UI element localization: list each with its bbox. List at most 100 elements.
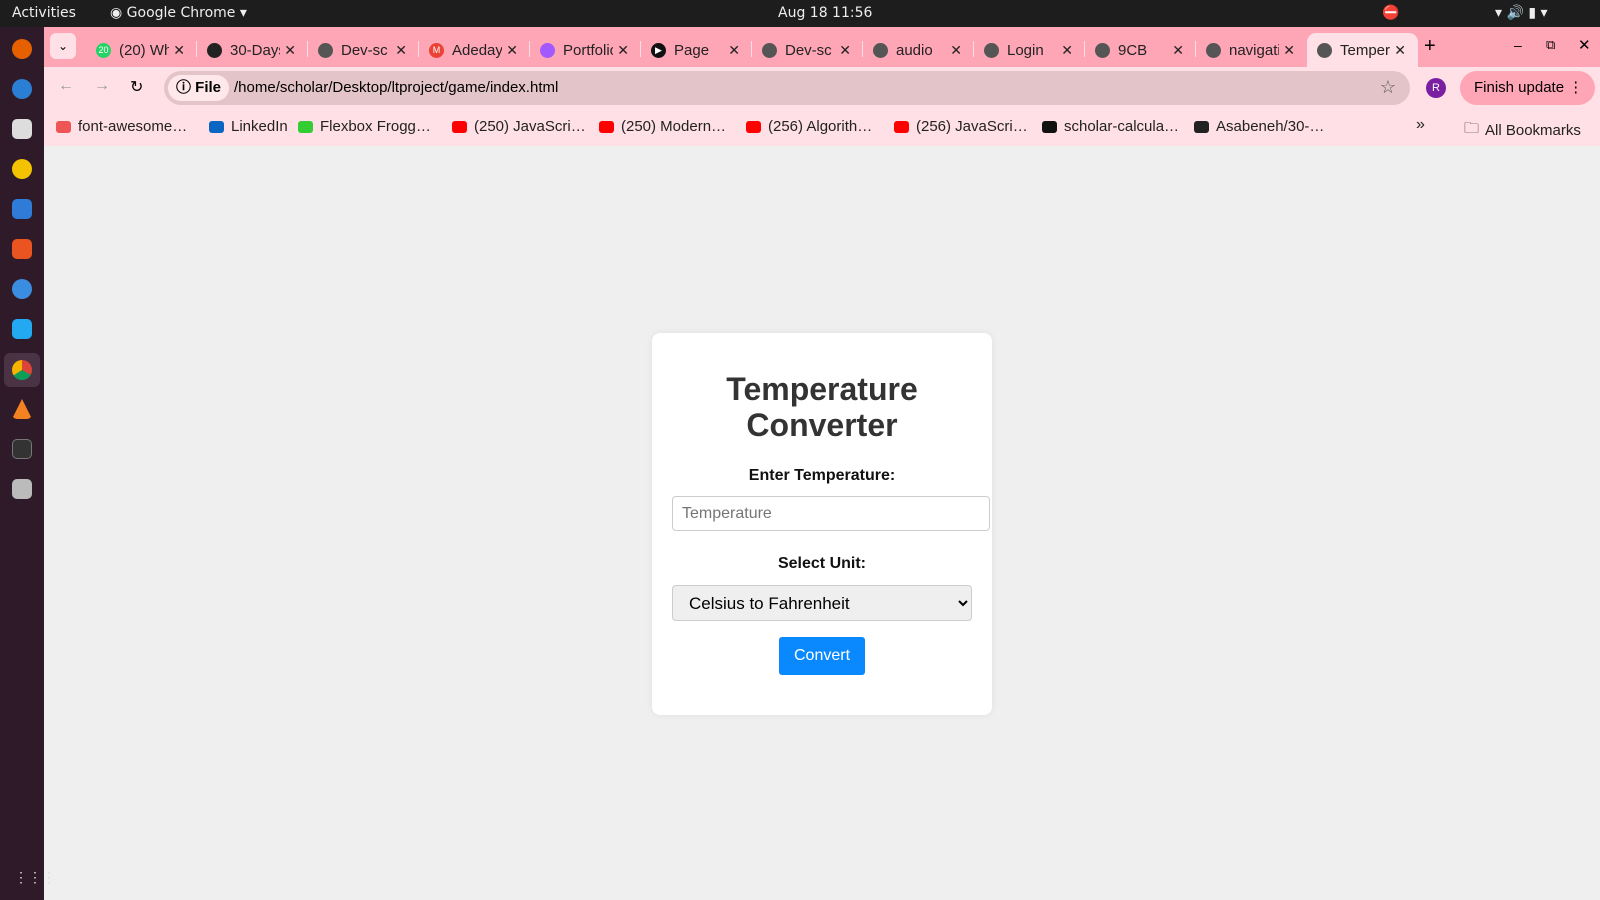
tab[interactable]: Dev-sc ✕ (752, 33, 863, 67)
bookmark-favicon-icon (599, 120, 614, 133)
tab-title: navigation (1229, 41, 1279, 59)
tab[interactable]: Portfolio ✕ (530, 33, 641, 67)
tab-title: Dev-sc (341, 41, 388, 59)
bookmark-label: scholar-calcula… (1064, 118, 1180, 135)
tab-favicon-icon (1206, 42, 1221, 58)
bookmark-favicon-icon (1042, 120, 1057, 133)
tab[interactable]: Login ✕ (974, 33, 1085, 67)
thunderbird-icon[interactable] (12, 79, 32, 99)
apps-grid-icon[interactable]: ⋮⋮⋮ (14, 869, 56, 886)
firefox-icon[interactable] (12, 39, 32, 59)
tab-close-icon[interactable]: ✕ (728, 42, 740, 59)
tab[interactable]: Temperature Converter✕ (1307, 33, 1418, 67)
bookmark-label: (256) JavaScri… (916, 118, 1028, 135)
tab-close-icon[interactable]: ✕ (395, 42, 407, 59)
tab-close-icon[interactable]: ✕ (506, 42, 518, 59)
bookmark-label: (250) Modern… (621, 118, 727, 135)
minimize-button[interactable]: – (1514, 37, 1522, 53)
files-icon[interactable] (12, 119, 32, 139)
bookmark-item[interactable]: Asabeneh/30-… (1194, 118, 1324, 135)
bookmark-star-icon[interactable]: ☆ (1380, 77, 1396, 98)
tab[interactable]: 20 (20) WhatsApp✕ (86, 33, 197, 67)
address-bar[interactable]: ⓘ File /home/scholar/Desktop/ltproject/g… (164, 71, 1410, 105)
unit-select[interactable]: Celsius to Fahrenheit (672, 585, 972, 621)
help-icon[interactable] (12, 279, 32, 299)
bookmark-item[interactable]: (256) Algorith… (746, 118, 872, 135)
more-bookmarks-icon[interactable]: » (1416, 116, 1425, 134)
software-icon[interactable] (12, 239, 32, 259)
tab-close-icon[interactable]: ✕ (1061, 42, 1073, 59)
tab-close-icon[interactable]: ✕ (617, 42, 629, 59)
unit-label: Select Unit: (777, 555, 866, 572)
terminal-icon[interactable] (12, 439, 32, 459)
bookmark-item[interactable]: font-awesome… (56, 118, 187, 135)
clock[interactable]: Aug 18 11:56 (778, 5, 872, 21)
tab-close-icon[interactable]: ✕ (839, 42, 851, 59)
tab-favicon-icon (1317, 42, 1332, 58)
tab-title: Temperature Converter (1340, 41, 1390, 59)
writer-icon[interactable] (12, 199, 32, 219)
rhythmbox-icon[interactable] (12, 159, 32, 179)
temperature-input[interactable] (672, 496, 990, 531)
bookmark-item[interactable]: LinkedIn (209, 118, 288, 135)
bookmark-label: (250) JavaScri… (474, 118, 586, 135)
system-tray-icons[interactable]: ▾ 🔊 ▮ ▾ (1495, 5, 1548, 21)
tab[interactable]: M Adedayo✕ (419, 33, 530, 67)
tab-favicon-icon: M (429, 42, 444, 58)
site-info-chip[interactable]: ⓘ File (168, 75, 230, 101)
tab-close-icon[interactable]: ✕ (1394, 42, 1406, 59)
tab-close-icon[interactable]: ✕ (173, 42, 185, 59)
bookmark-item[interactable]: (250) Modern… (599, 118, 726, 135)
bookmark-label: font-awesome… (78, 118, 188, 135)
url-text[interactable]: /home/scholar/Desktop/ltproject/game/ind… (234, 79, 558, 96)
tab-search-button[interactable]: ⌄ (50, 33, 76, 59)
close-window-button[interactable]: ✕ (1578, 36, 1591, 54)
tab[interactable]: Dev-sc ✕ (308, 33, 419, 67)
dnd-icon[interactable]: ⛔ (1382, 5, 1399, 21)
all-bookmarks-label: All Bookmarks (1485, 122, 1581, 139)
tab-favicon-icon: ▶ (651, 42, 666, 58)
bookmark-favicon-icon (746, 120, 761, 133)
bookmark-item[interactable]: (250) JavaScri… (452, 118, 586, 135)
convert-button[interactable]: Convert (779, 637, 865, 675)
tab-favicon-icon (207, 42, 222, 58)
new-tab-button[interactable]: + (1424, 35, 1436, 58)
tab-title: Portfolio (563, 41, 613, 59)
screenshot-icon[interactable] (12, 479, 32, 499)
bookmark-item[interactable]: (256) JavaScri… (894, 118, 1028, 135)
tab-close-icon[interactable]: ✕ (1283, 42, 1295, 59)
bookmark-favicon-icon (56, 120, 71, 133)
finish-update-label: Finish update (1474, 79, 1565, 96)
finish-update-button[interactable]: Finish update ⋮ (1460, 71, 1595, 105)
bookmarks-bar: font-awesome… LinkedIn Flexbox Frogg… (250)… (44, 108, 1600, 146)
tab-close-icon[interactable]: ✕ (950, 42, 962, 59)
bookmark-item[interactable]: scholar-calcula… (1042, 118, 1179, 135)
vlc-icon[interactable] (12, 399, 32, 419)
tab-favicon-icon (873, 42, 888, 58)
tab-title: Login (1007, 41, 1044, 59)
reload-button[interactable]: ↻ (130, 77, 143, 97)
temperature-label: Enter Temperature: (748, 467, 896, 484)
bookmark-favicon-icon (298, 120, 313, 133)
tab[interactable]: ▶ Page ✕ (641, 33, 752, 67)
activities-button[interactable]: Activities (12, 5, 76, 21)
tab[interactable]: audio ✕ (863, 33, 974, 67)
vscode-icon[interactable] (12, 319, 32, 339)
tab[interactable]: navigation✕ (1196, 33, 1307, 67)
restore-button[interactable]: ⧉ (1546, 37, 1555, 53)
profile-avatar[interactable]: R (1426, 78, 1446, 98)
tab-title: Adedayo (452, 41, 502, 59)
tab[interactable]: 30-Days✕ (197, 33, 308, 67)
converter-card: Temperature Converter Enter Temperature:… (652, 333, 992, 715)
tab-favicon-icon (318, 42, 333, 58)
bookmark-item[interactable]: Flexbox Frogg… (298, 118, 431, 135)
forward-button[interactable]: → (94, 77, 110, 95)
tab-title: (20) WhatsApp (119, 41, 169, 59)
all-bookmarks[interactable]: 🗀 All Bookmarks (1464, 118, 1581, 143)
app-menu[interactable]: ◉ Google Chrome ▾ (110, 5, 247, 21)
tab-close-icon[interactable]: ✕ (1172, 42, 1184, 59)
tab[interactable]: 9CB ✕ (1085, 33, 1196, 67)
tab-close-icon[interactable]: ✕ (284, 42, 296, 59)
chrome-dock-icon[interactable] (12, 360, 32, 380)
back-button[interactable]: ← (58, 77, 74, 95)
